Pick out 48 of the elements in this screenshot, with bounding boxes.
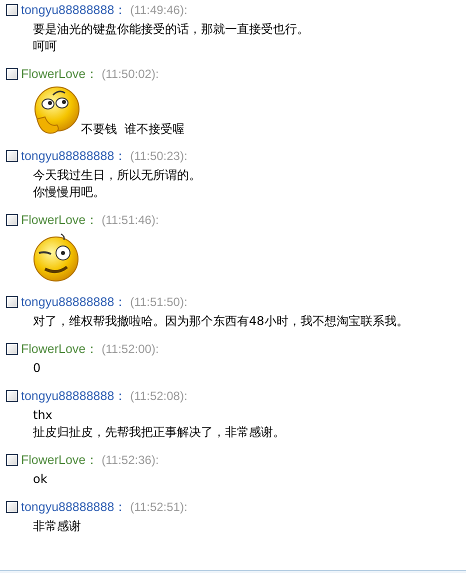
checkbox-icon [6, 4, 18, 16]
separator-text: ： [86, 340, 99, 358]
message-text: 今天我过生日，所以无所谓的。 [33, 167, 201, 184]
message-text: 呵呵 [33, 38, 57, 55]
sender-name: FlowerLove [21, 212, 86, 229]
separator-text: ： [114, 294, 128, 311]
sender-name: tongyu88888888 [21, 498, 114, 516]
separator-text: ： [114, 2, 128, 19]
timestamp: (11:49:46): [130, 2, 188, 19]
checkbox-icon [6, 501, 18, 513]
message-text: 对了，维权帮我撤啦哈。因为那个东西有48小时，我不想淘宝联系我。 [33, 313, 408, 330]
checkbox-icon [6, 214, 18, 226]
message-text: 扯皮归扯皮，先帮我把正事解决了，非常感谢。 [33, 424, 285, 441]
checkbox-icon [6, 454, 18, 466]
checkbox-icon [6, 68, 18, 80]
sender-name: tongyu88888888 [21, 2, 114, 19]
sender-name: tongyu88888888 [21, 294, 114, 311]
message-text: 要是油光的键盘你能接受的话，那就一直接受也行。 [33, 21, 309, 38]
message-text: 0 [33, 360, 41, 377]
message-text: ok [33, 471, 48, 488]
message-text: thx [33, 407, 52, 424]
separator-text: ： [86, 212, 99, 229]
timestamp: (11:51:50): [130, 294, 188, 311]
timestamp: (11:52:36): [102, 452, 159, 469]
checkbox-icon [6, 150, 18, 162]
separator-text: ： [86, 66, 99, 83]
timestamp: (11:52:00): [102, 341, 159, 358]
squinting-face-icon [31, 231, 81, 283]
separator-text: ： [86, 452, 99, 469]
sender-name: tongyu88888888 [21, 148, 114, 165]
timestamp: (11:52:08): [130, 388, 188, 405]
checkbox-icon [6, 296, 18, 308]
message-text: 你慢慢用吧。 [33, 184, 105, 201]
message-text: 非常感谢 [33, 518, 81, 535]
checkbox-icon [6, 343, 18, 355]
timestamp: (11:50:02): [102, 66, 159, 83]
sender-name: FlowerLove [21, 340, 86, 358]
separator-text: ： [114, 388, 128, 405]
separator-text: ： [114, 148, 128, 165]
message-text: 不要钱 谁不接受喔 [81, 121, 185, 137]
checkbox-icon [6, 390, 18, 402]
sender-name: tongyu88888888 [21, 388, 114, 405]
timestamp: (11:52:51): [130, 499, 188, 516]
timestamp: (11:50:23): [130, 148, 188, 165]
sender-name: FlowerLove [21, 66, 86, 83]
separator-text: ： [114, 498, 128, 516]
timestamp: (11:51:46): [102, 212, 159, 229]
sender-name: FlowerLove [21, 452, 86, 469]
